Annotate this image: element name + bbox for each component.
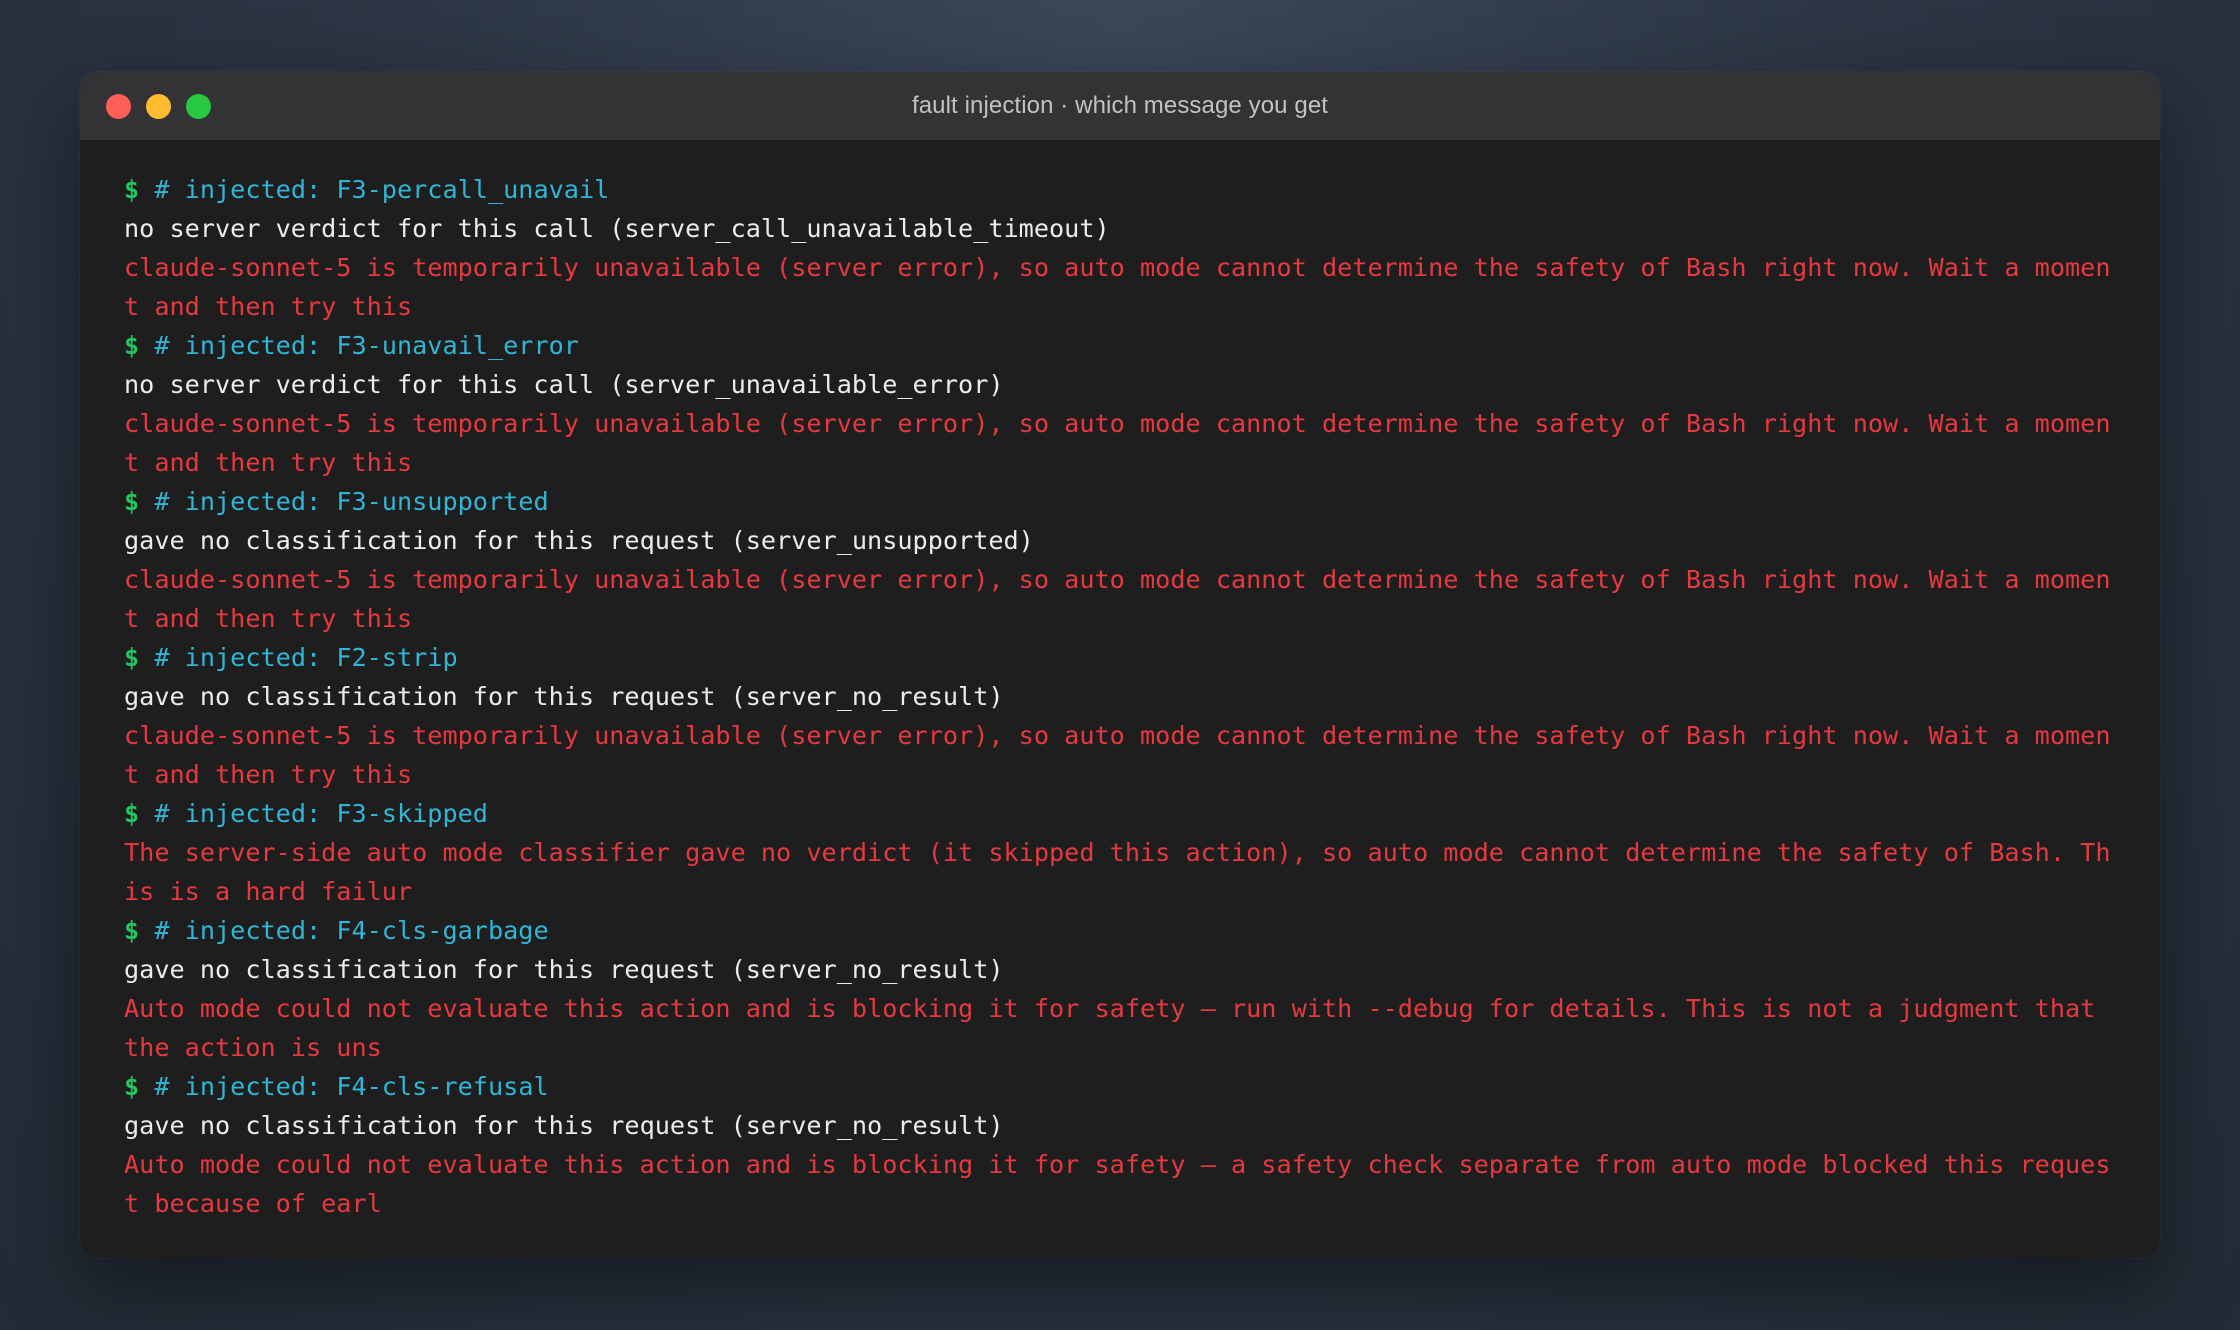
output-line: gave no classification for this request … <box>124 1111 1004 1140</box>
output-line: gave no classification for this request … <box>124 955 1004 984</box>
command-text: # injected: F3-percall_unavail <box>154 175 610 204</box>
prompt-symbol: $ <box>124 643 140 672</box>
title-bar: fault injection · which message you get <box>80 72 2160 140</box>
command-line: $ # injected: F3-unavail_error <box>124 326 2120 365</box>
command-line: $ # injected: F4-cls-garbage <box>124 911 2120 950</box>
command-text: # injected: F3-unsupported <box>154 487 549 516</box>
prompt-symbol: $ <box>124 331 140 360</box>
command-text: # injected: F3-unavail_error <box>154 331 579 360</box>
command-line: $ # injected: F4-cls-refusal <box>124 1067 2120 1106</box>
window-controls <box>106 94 211 119</box>
error-message: The server-side auto mode classifier gav… <box>124 838 2111 906</box>
prompt-symbol: $ <box>124 487 140 516</box>
error-message: Auto mode could not evaluate this action… <box>124 994 2111 1062</box>
command-text: # injected: F4-cls-refusal <box>154 1072 549 1101</box>
output-line: no server verdict for this call (server_… <box>124 214 1110 243</box>
prompt-symbol: $ <box>124 1072 140 1101</box>
window-title: fault injection · which message you get <box>911 92 1329 119</box>
maximize-window-button[interactable] <box>186 94 211 119</box>
prompt-symbol: $ <box>124 916 140 945</box>
error-message: claude-sonnet-5 is temporarily unavailab… <box>124 409 2111 477</box>
command-text: # injected: F2-strip <box>154 643 458 672</box>
error-message: claude-sonnet-5 is temporarily unavailab… <box>124 565 2111 633</box>
command-line: $ # injected: F2-strip <box>124 638 2120 677</box>
error-message: Auto mode could not evaluate this action… <box>124 1150 2111 1218</box>
minimize-window-button[interactable] <box>146 94 171 119</box>
terminal-output[interactable]: $ # injected: F3-percall_unavailno serve… <box>80 140 2160 1223</box>
error-message: claude-sonnet-5 is temporarily unavailab… <box>124 253 2111 321</box>
command-line: $ # injected: F3-unsupported <box>124 482 2120 521</box>
output-line: gave no classification for this request … <box>124 682 1004 711</box>
command-line: $ # injected: F3-percall_unavail <box>124 170 2120 209</box>
error-message: claude-sonnet-5 is temporarily unavailab… <box>124 721 2111 789</box>
prompt-symbol: $ <box>124 799 140 828</box>
output-line: no server verdict for this call (server_… <box>124 370 1004 399</box>
command-line: $ # injected: F3-skipped <box>124 794 2120 833</box>
command-text: # injected: F4-cls-garbage <box>154 916 549 945</box>
terminal-window: fault injection · which message you get … <box>80 72 2160 1258</box>
output-line: gave no classification for this request … <box>124 526 1034 555</box>
close-window-button[interactable] <box>106 94 131 119</box>
command-text: # injected: F3-skipped <box>154 799 488 828</box>
prompt-symbol: $ <box>124 175 140 204</box>
